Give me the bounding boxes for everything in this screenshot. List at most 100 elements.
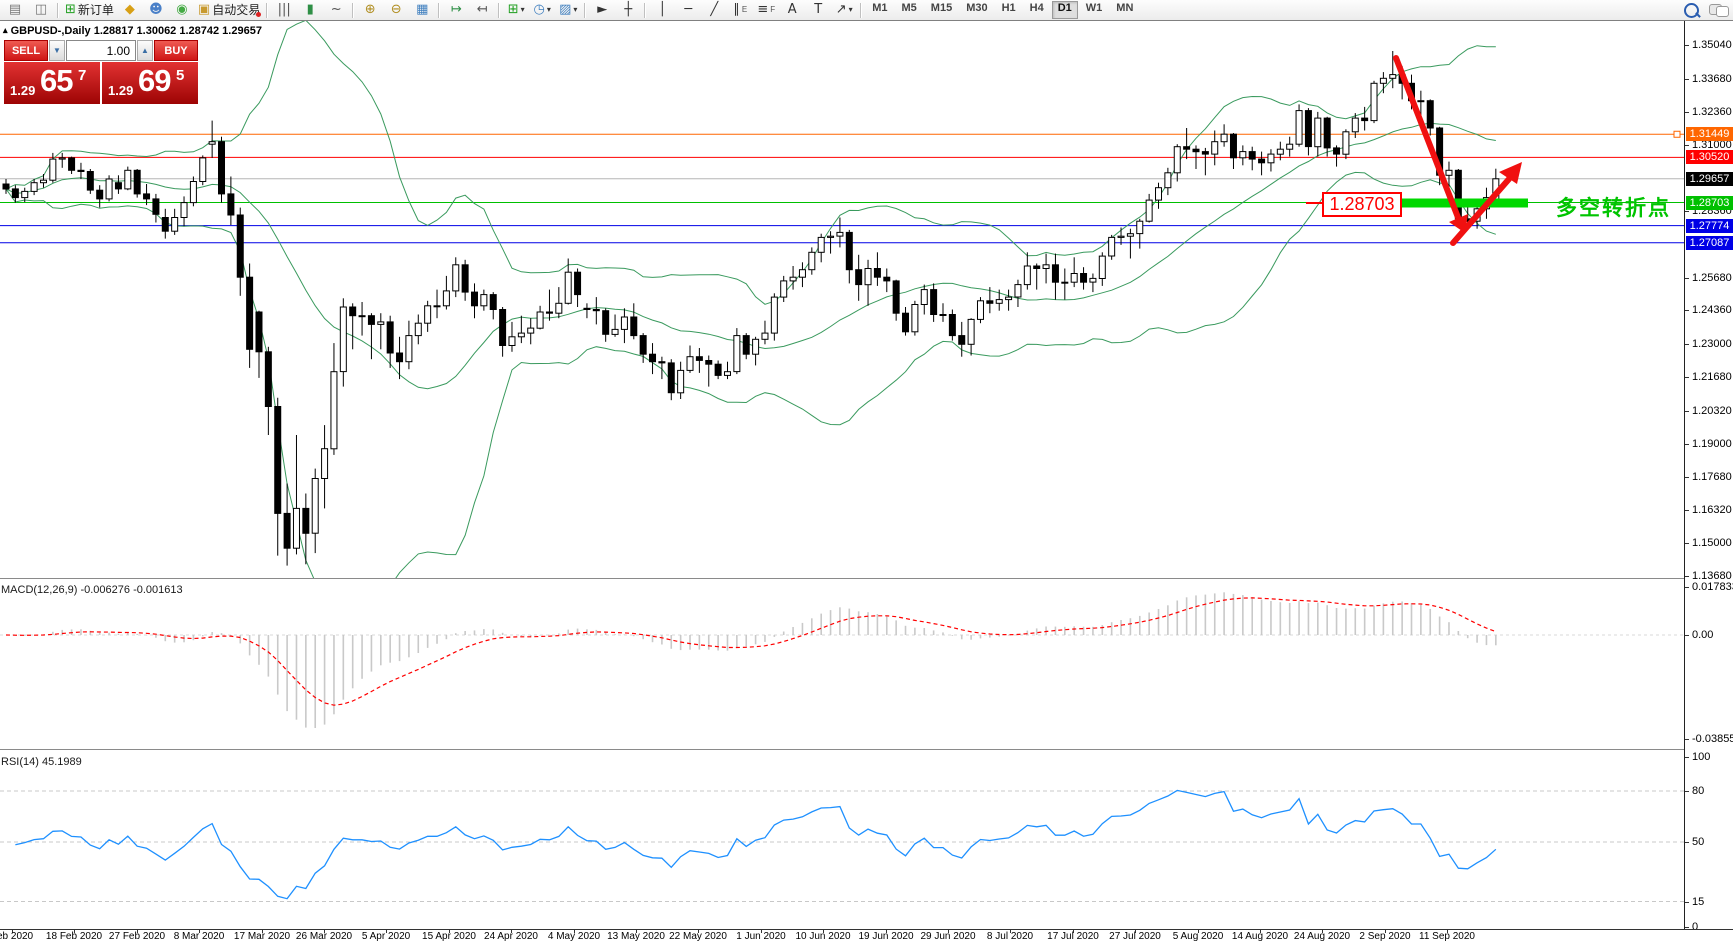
tile-windows-icon[interactable]: ▦ <box>409 0 435 20</box>
sell-price-major: 1.29 <box>10 83 35 98</box>
volume-increase-button[interactable]: ▲ <box>137 40 153 61</box>
timeframe-d1[interactable]: D1 <box>1052 1 1078 19</box>
metaeditor-icon[interactable]: ☻ <box>143 0 169 20</box>
line-chart-icon: ~ <box>331 1 342 19</box>
rsi-tick-mark <box>1685 842 1689 843</box>
toolbar-separator <box>498 3 500 18</box>
toolbar-separator <box>438 3 440 18</box>
line-chart-icon[interactable]: ~ <box>323 0 349 20</box>
bar-chart-icon[interactable]: ||| <box>271 0 297 20</box>
volume-decrease-button[interactable]: ▼ <box>49 40 65 61</box>
bollinger-lower-band <box>6 172 1496 578</box>
rsi-indicator-pane[interactable] <box>0 753 1684 929</box>
date-label: 13 May 2020 <box>607 931 665 941</box>
fibonacci-icon[interactable]: ≡F <box>753 0 779 20</box>
trendline-icon[interactable]: ╱ <box>701 0 727 20</box>
macd-label: MACD(12,26,9) -0.006276 -0.001613 <box>1 584 183 596</box>
equidistant-channel-icon[interactable]: ∥E <box>727 0 753 20</box>
periods-button[interactable]: ◷▾ <box>529 0 555 20</box>
zoom-in-icon[interactable]: ⊕ <box>357 0 383 20</box>
templates-button-dropdown-caret[interactable]: ▾ <box>573 1 577 19</box>
chart-shift-icon[interactable]: ↤ <box>469 0 495 20</box>
date-label: 26 Mar 2020 <box>296 931 352 941</box>
rsi-tick-label: 15 <box>1692 896 1704 908</box>
chat-icon[interactable] <box>1709 4 1727 17</box>
arrows-icon[interactable]: ↗▾ <box>831 0 857 20</box>
price-axis: 1.350401.336801.323601.310001.283601.256… <box>1684 21 1733 929</box>
crosshair-icon[interactable]: ┼ <box>615 0 641 20</box>
price-tick-mark <box>1685 344 1689 345</box>
auto-scroll-icon: ↦ <box>451 1 462 19</box>
new-chart-icon[interactable]: ▤ <box>2 0 28 20</box>
macd-indicator-pane[interactable] <box>0 582 1684 749</box>
search-icon[interactable] <box>1684 3 1699 18</box>
date-label: 5 Aug 2020 <box>1173 931 1224 941</box>
auto-scroll-icon[interactable]: ↦ <box>443 0 469 20</box>
price-tick-mark <box>1685 377 1689 378</box>
cursor-icon[interactable]: ► <box>589 0 615 20</box>
buy-price-tile[interactable]: 1.29 69 5 <box>102 62 198 104</box>
text-icon[interactable]: A <box>779 0 805 20</box>
periods-button-dropdown-caret[interactable]: ▾ <box>547 1 551 19</box>
toolbar-separator <box>352 3 354 18</box>
text-label-icon[interactable]: T <box>805 0 831 20</box>
profiles-icon[interactable]: ◫ <box>28 0 54 20</box>
signals-icon[interactable]: ◉ <box>169 0 195 20</box>
toolbar-separator <box>584 3 586 18</box>
macd-tick-mark <box>1685 635 1689 636</box>
timeframe-m15[interactable]: M15 <box>925 1 958 19</box>
timeframe-m1[interactable]: M1 <box>866 1 893 19</box>
price-tick-mark <box>1685 543 1689 544</box>
new-order-button[interactable]: ⊞新订单 <box>62 0 117 20</box>
pivot-highlight-bar[interactable] <box>1402 199 1528 208</box>
autotrading-button-label: 自动交易 <box>212 1 260 19</box>
timeframe-m5[interactable]: M5 <box>896 1 923 19</box>
timeframe-h4[interactable]: H4 <box>1024 1 1050 19</box>
price-tick-label: 1.17680 <box>1692 471 1732 483</box>
arrows-icon-dropdown-caret[interactable]: ▾ <box>849 1 853 19</box>
macd-signal-line <box>6 598 1496 705</box>
fibonacci-icon-sub: F <box>770 1 775 19</box>
autotrading-button-status-dot <box>256 12 261 17</box>
candlestick-chart-icon[interactable]: ▮ <box>297 0 323 20</box>
buy-button[interactable]: BUY <box>154 40 198 61</box>
timeframe-m30[interactable]: M30 <box>960 1 993 19</box>
signals-icon: ◉ <box>176 1 187 19</box>
toolbar-separator <box>860 3 862 18</box>
templates-button: ▨ <box>559 1 571 19</box>
timeframe-mn[interactable]: MN <box>1110 1 1139 19</box>
date-label: 4 May 2020 <box>548 931 600 941</box>
volume-input[interactable] <box>66 40 136 61</box>
autotrading-button[interactable]: ▣自动交易 <box>195 0 263 20</box>
timeframe-w1[interactable]: W1 <box>1080 1 1109 19</box>
main-price-chart[interactable] <box>0 21 1684 578</box>
timeframe-h1[interactable]: H1 <box>996 1 1022 19</box>
annotation-note-text[interactable]: 多空转折点 <box>1556 192 1671 222</box>
zoom-in-icon: ⊕ <box>365 1 376 19</box>
price-tick-mark <box>1685 576 1689 577</box>
date-label: 17 Jul 2020 <box>1047 931 1099 941</box>
templates-button[interactable]: ▨▾ <box>555 0 581 20</box>
date-label: Feb 2020 <box>0 931 33 941</box>
vertical-line-icon[interactable]: │ <box>649 0 675 20</box>
expert-advisors-icon[interactable]: ◆ <box>117 0 143 20</box>
sell-button[interactable]: SELL <box>4 40 48 61</box>
annotation-price-label[interactable]: 1.28703 <box>1322 192 1402 217</box>
sell-price-tile[interactable]: 1.29 65 7 <box>4 62 100 104</box>
indicators-button[interactable]: ⊞▾ <box>503 0 529 20</box>
price-tick-mark <box>1685 411 1689 412</box>
horizontal-line-icon: ─ <box>684 1 692 19</box>
crosshair-icon: ┼ <box>624 1 632 19</box>
collapse-arrow-icon[interactable]: ▴ <box>3 25 8 35</box>
resistance-line-1-handle[interactable] <box>1674 131 1680 137</box>
horizontal-line-icon[interactable]: ─ <box>675 0 701 20</box>
zoom-out-icon[interactable]: ⊖ <box>383 0 409 20</box>
indicators-button-dropdown-caret[interactable]: ▾ <box>521 1 525 19</box>
date-label: 27 Jul 2020 <box>1109 931 1161 941</box>
down-arrow-line[interactable] <box>1396 58 1459 220</box>
price-tick-mark <box>1685 510 1689 511</box>
autotrading-button: ▣ <box>198 1 210 19</box>
date-label: 19 Jun 2020 <box>858 931 913 941</box>
rsi-tick-mark <box>1685 902 1689 903</box>
trendline-icon: ╱ <box>710 1 718 19</box>
